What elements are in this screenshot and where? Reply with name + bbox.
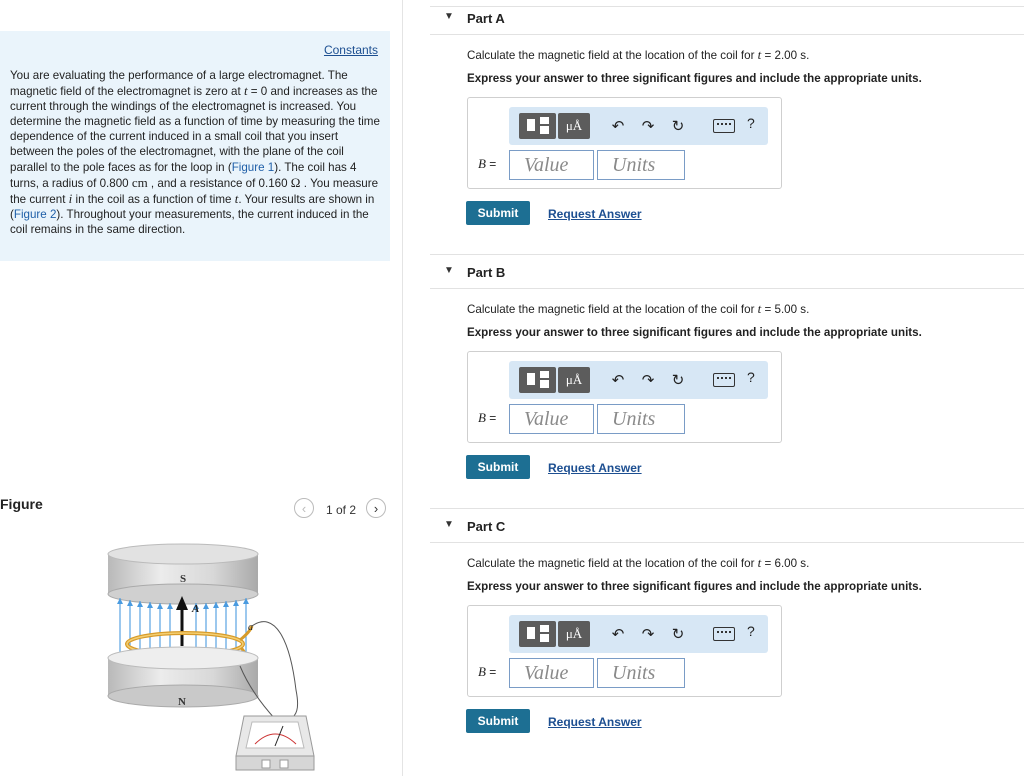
templates-icon[interactable] [519, 621, 556, 647]
problem-text: You are evaluating the performance of a … [10, 68, 382, 237]
keyboard-icon[interactable] [713, 119, 735, 133]
figure-link[interactable]: Figure 1 [232, 161, 275, 174]
part-a-question: Calculate the magnetic field at the loca… [467, 47, 810, 62]
part-b-request-answer-link[interactable]: Request Answer [548, 461, 642, 475]
figure-prev-button[interactable]: ‹ [294, 498, 314, 518]
templates-icon[interactable] [519, 367, 556, 393]
part-c-units-input[interactable] [597, 658, 685, 688]
undo-icon[interactable]: ↶ [607, 623, 629, 645]
redo-icon[interactable]: ↷ [637, 623, 659, 645]
keyboard-icon[interactable] [713, 627, 735, 641]
answer-column: ▼ Part A Calculate the magnetic field at… [404, 0, 1024, 776]
part-a-toolbar: μÅ ↶ ↷ ↻ ? [509, 107, 768, 145]
part-a-request-answer-link[interactable]: Request Answer [548, 207, 642, 221]
figure-heading: Figure [0, 496, 43, 512]
part-c-submit-button[interactable]: Submit [466, 709, 530, 733]
lead-a-label: a [248, 622, 253, 633]
figure-next-button[interactable]: › [366, 498, 386, 518]
part-b-title[interactable]: Part B [467, 265, 505, 280]
keyboard-icon[interactable] [713, 373, 735, 387]
part-a-submit-button[interactable]: Submit [466, 201, 530, 225]
part-a-answer-box: μÅ ↶ ↷ ↻ ? B = [467, 97, 782, 189]
help-icon[interactable]: ? [747, 623, 755, 639]
unit-symbol: cm [131, 174, 148, 190]
part-a-b-label: B = [478, 156, 497, 171]
part-c-toolbar: μÅ ↶ ↷ ↻ ? [509, 615, 768, 653]
part-b-divider [430, 254, 1024, 255]
reset-icon[interactable]: ↻ [667, 623, 689, 645]
ammeter-icon [235, 715, 315, 771]
problem-text-segment: ). Throughout your measurements, the cur… [10, 207, 369, 236]
part-c-question: Calculate the magnetic field at the loca… [467, 555, 810, 570]
part-c-divider [430, 508, 1024, 509]
part-a-title[interactable]: Part A [467, 11, 505, 26]
reset-icon[interactable]: ↻ [667, 115, 689, 137]
constants-link[interactable]: Constants [324, 43, 378, 57]
part-c-instructions: Express your answer to three significant… [467, 580, 922, 593]
part-b-submit-button[interactable]: Submit [466, 455, 530, 479]
problem-statement-panel: Constants You are evaluating the perform… [0, 31, 390, 261]
part-a-value-input[interactable] [509, 150, 594, 180]
redo-icon[interactable]: ↷ [637, 369, 659, 391]
units-icon[interactable]: μÅ [558, 367, 590, 393]
part-b-question: Calculate the magnetic field at the loca… [467, 301, 810, 316]
figure-link[interactable]: Figure 2 [14, 208, 57, 221]
part-c-answer-box: μÅ ↶ ↷ ↻ ? B = [467, 605, 782, 697]
help-icon[interactable]: ? [747, 369, 755, 385]
redo-icon[interactable]: ↷ [637, 115, 659, 137]
part-a-divider [430, 6, 1024, 7]
problem-text-segment: , and a resistance of 0.160 [147, 176, 291, 190]
problem-text-segment: in the coil as a function of time [72, 192, 235, 206]
part-b-instructions: Express your answer to three significant… [467, 326, 922, 339]
help-icon[interactable]: ? [747, 115, 755, 131]
part-c-request-answer-link[interactable]: Request Answer [548, 715, 642, 729]
reset-icon[interactable]: ↻ [667, 369, 689, 391]
part-c-value-input[interactable] [509, 658, 594, 688]
part-a-toggle[interactable]: ▼ [444, 11, 454, 22]
part-c-toggle[interactable]: ▼ [444, 519, 454, 530]
part-b-toggle[interactable]: ▼ [444, 265, 454, 276]
units-icon[interactable]: μÅ [558, 113, 590, 139]
top-pole-label: S [180, 573, 186, 585]
problem-column: Constants You are evaluating the perform… [0, 0, 403, 776]
undo-icon[interactable]: ↶ [607, 115, 629, 137]
part-b-toolbar: μÅ ↶ ↷ ↻ ? [509, 361, 768, 399]
templates-icon[interactable] [519, 113, 556, 139]
part-c-b-label: B = [478, 664, 497, 679]
figure-pager-text: 1 of 2 [326, 503, 357, 517]
electromagnet-figure: S A a b N [107, 543, 315, 771]
part-c-title[interactable]: Part C [467, 519, 505, 534]
part-b-b-label: B = [478, 410, 497, 425]
part-b-units-input[interactable] [597, 404, 685, 434]
units-icon[interactable]: μÅ [558, 621, 590, 647]
undo-icon[interactable]: ↶ [607, 369, 629, 391]
part-b-answer-box: μÅ ↶ ↷ ↻ ? B = [467, 351, 782, 443]
part-a-instructions: Express your answer to three significant… [467, 72, 922, 85]
part-a-units-input[interactable] [597, 150, 685, 180]
area-vector-label: A [191, 603, 199, 615]
part-b-value-input[interactable] [509, 404, 594, 434]
bottom-pole-label: N [178, 696, 186, 708]
